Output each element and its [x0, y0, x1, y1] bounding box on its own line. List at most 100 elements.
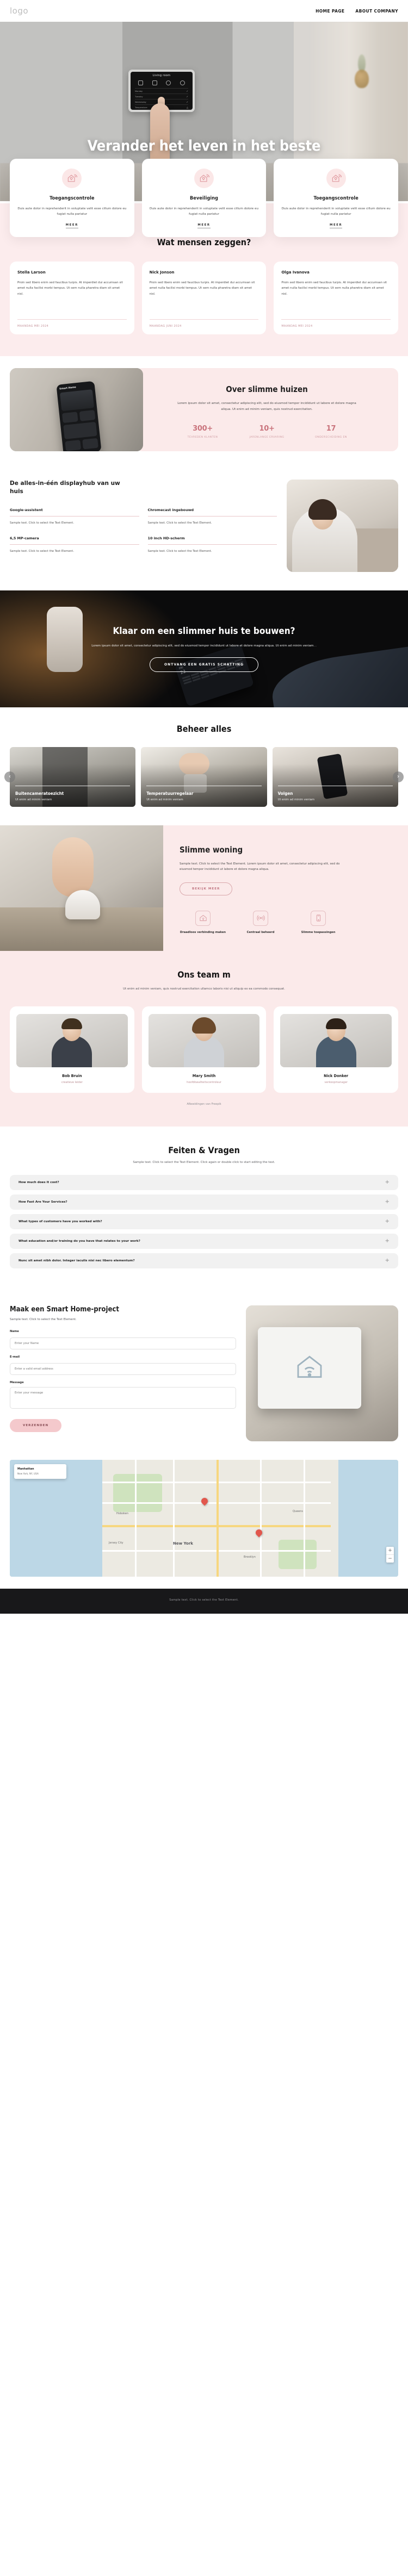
faq-question: What types of customers have you worked … — [18, 1219, 102, 1223]
nav-item-home-page[interactable]: HOME PAGE — [316, 9, 344, 14]
avatar — [148, 1013, 260, 1067]
hero-schedule-value: ✓ — [186, 95, 188, 98]
main-navigation: HOME PAGE ABOUT COMPANY — [316, 9, 398, 14]
contact-image — [246, 1305, 398, 1441]
hero-schedule-label: Monday — [135, 90, 143, 92]
map-label: Brooklyn — [244, 1555, 256, 1559]
carousel-prev-icon[interactable]: ‹ — [4, 771, 15, 782]
faq-question: How much does it cost? — [18, 1180, 59, 1184]
manage-card[interactable]: Buitencameratoezicht Ut enim ad minim ve… — [10, 746, 136, 807]
faq-item[interactable]: What types of customers have you worked … — [10, 1214, 398, 1229]
hero-panel-room-label: Living room — [152, 74, 171, 77]
testimonial-text: Proin sed libero enim sed faucibus turpi… — [149, 281, 255, 296]
smart-home-icon — [194, 169, 214, 188]
plus-icon[interactable]: + — [385, 1238, 390, 1244]
hub-feature-title: Google-assistent — [10, 508, 43, 513]
faq-item[interactable]: How Fast Are Your Services? + — [10, 1194, 398, 1210]
about-phone-row — [65, 438, 99, 451]
faq-item[interactable]: What education and/or training do you ha… — [10, 1233, 398, 1249]
display-hub-section: De alles-in-één displayhub van uw huis G… — [0, 463, 408, 590]
name-field-label: Name — [10, 1329, 19, 1333]
team-description: Ut enim ad minim veniam, quis nostrud ex… — [123, 987, 285, 991]
cta-estimate-button[interactable]: ONTVANG EEN GRATIS SCHATTING — [149, 657, 259, 673]
contact-title: Maak een Smart Home-project — [10, 1305, 119, 1314]
manage-card-subtitle: Ut enim ad minim veniam — [146, 798, 183, 801]
email-input[interactable] — [10, 1362, 236, 1375]
hub-feature: Chromecast ingebouwd Sample text. Click … — [147, 508, 277, 526]
testimonials-title: Wat mensen zeggen? — [157, 237, 251, 247]
team-member-role: verkoopmanager — [324, 1080, 348, 1084]
manage-card-title: Temperatuurregelaar — [146, 791, 194, 796]
divider — [10, 544, 139, 545]
plus-icon[interactable]: + — [385, 1179, 390, 1185]
about-phone-tile — [79, 410, 96, 422]
faq-item[interactable]: Nunc sit amet nibh dolor. Integer iaculi… — [10, 1253, 398, 1268]
about-title: Over slimme huizen — [226, 384, 308, 394]
stat-number: 300+ — [193, 424, 213, 433]
hero-schedule-value: ✓ — [186, 101, 188, 103]
team-member-name: Nick Donker — [324, 1073, 349, 1078]
zoom-in-button[interactable]: + — [386, 1547, 394, 1555]
map-info-card[interactable]: Manhattan New York, NY, USA — [14, 1464, 66, 1479]
testimonial-date: MAANDAG JUNI 2024 — [149, 319, 259, 328]
name-field-group: Name — [10, 1330, 236, 1349]
about-phone-row — [62, 410, 96, 424]
about-phone-card — [63, 422, 97, 440]
map-road — [260, 1459, 262, 1577]
feature-card[interactable]: Beveiliging Duis aute dolor in reprehend… — [141, 159, 267, 237]
team-member-card: Mary Smith hoofdkwaliteitscontroleur — [141, 1006, 267, 1093]
manage-card[interactable]: Volgen Ut enim ad minim veniam — [272, 746, 398, 807]
manage-card[interactable]: Temperatuurregelaar Ut enim ad minim ven… — [141, 746, 267, 807]
smart-feature-title: Centraal beheerd — [246, 930, 275, 934]
site-logo[interactable]: logo — [10, 6, 28, 16]
team-title: Ons team m — [177, 969, 231, 980]
map-park — [113, 1473, 162, 1512]
email-field-label: E-mail — [10, 1355, 20, 1359]
plus-icon[interactable]: + — [385, 1258, 390, 1264]
hub-feature-title: Chromecast ingebouwd — [147, 508, 194, 513]
faq-item[interactable]: How much does it cost? + — [10, 1174, 398, 1190]
plus-icon[interactable]: + — [385, 1218, 390, 1224]
faq-question: How Fast Are Your Services? — [18, 1200, 67, 1204]
smart-feature-title: Slimme toepassingen — [301, 930, 336, 934]
team-member-name: Bob Bruin — [62, 1073, 82, 1078]
cta-text: Lorem ipsum dolor sit amet, consectetur … — [91, 644, 317, 648]
map-road — [173, 1459, 175, 1577]
testimonial-text: Proin sed libero enim sed faucibus turpi… — [17, 281, 123, 296]
smart-home-section: Slimme woning Sample text. Click to sele… — [0, 825, 408, 951]
manage-card-subtitle: Ut enim ad minim veniam — [15, 798, 52, 801]
map-section[interactable]: Hoboken Jersey City Brooklyn Queens New … — [10, 1459, 398, 1577]
thermometer-icon — [152, 80, 157, 85]
about-image: Smart Home — [10, 368, 143, 451]
faq-subtitle: Sample text. Click to select the Text El… — [133, 1160, 275, 1164]
feature-card[interactable]: Toegangscontrole Duis aute dolor in repr… — [10, 159, 134, 237]
map-zoom-controls[interactable]: + − — [386, 1546, 394, 1563]
name-input[interactable] — [10, 1337, 236, 1349]
stat-number: 10+ — [259, 424, 275, 433]
feature-more-link[interactable]: MEER — [197, 223, 211, 228]
zoom-out-button[interactable]: − — [386, 1555, 394, 1563]
carousel-next-icon[interactable]: › — [393, 771, 404, 782]
smart-home-more-button[interactable]: BEKIJK MEER — [180, 882, 233, 895]
feature-card[interactable]: Toegangscontrole Duis aute dolor in repr… — [274, 159, 399, 237]
smart-home-icon — [326, 169, 346, 188]
divider — [147, 516, 277, 517]
feature-more-link[interactable]: MEER — [330, 223, 343, 228]
feature-more-link[interactable]: MEER — [65, 223, 78, 228]
smart-feature: Centraal beheerd — [237, 910, 284, 935]
faq-title: Feiten & Vragen — [168, 1144, 240, 1155]
faq-question: Nunc sit amet nibh dolor. Integer iaculi… — [18, 1259, 135, 1262]
nav-item-about-company[interactable]: ABOUT COMPANY — [355, 9, 398, 14]
submit-button[interactable]: VERZENDEN — [10, 1418, 62, 1432]
message-input[interactable] — [10, 1386, 236, 1409]
wifi-home-icon — [294, 1352, 325, 1384]
divider — [147, 544, 277, 545]
feature-title: Toegangscontrole — [50, 196, 95, 201]
smart-image-speaker — [65, 890, 100, 920]
plus-icon[interactable]: + — [385, 1199, 390, 1205]
testimonial-card: Olga Ivanova Proin sed libero enim sed f… — [274, 261, 399, 334]
map-road — [304, 1459, 305, 1577]
avatar — [16, 1013, 128, 1067]
manage-card-title: Volgen — [277, 791, 293, 796]
footer-text: Sample text. Click to select the Text El… — [169, 1598, 239, 1602]
